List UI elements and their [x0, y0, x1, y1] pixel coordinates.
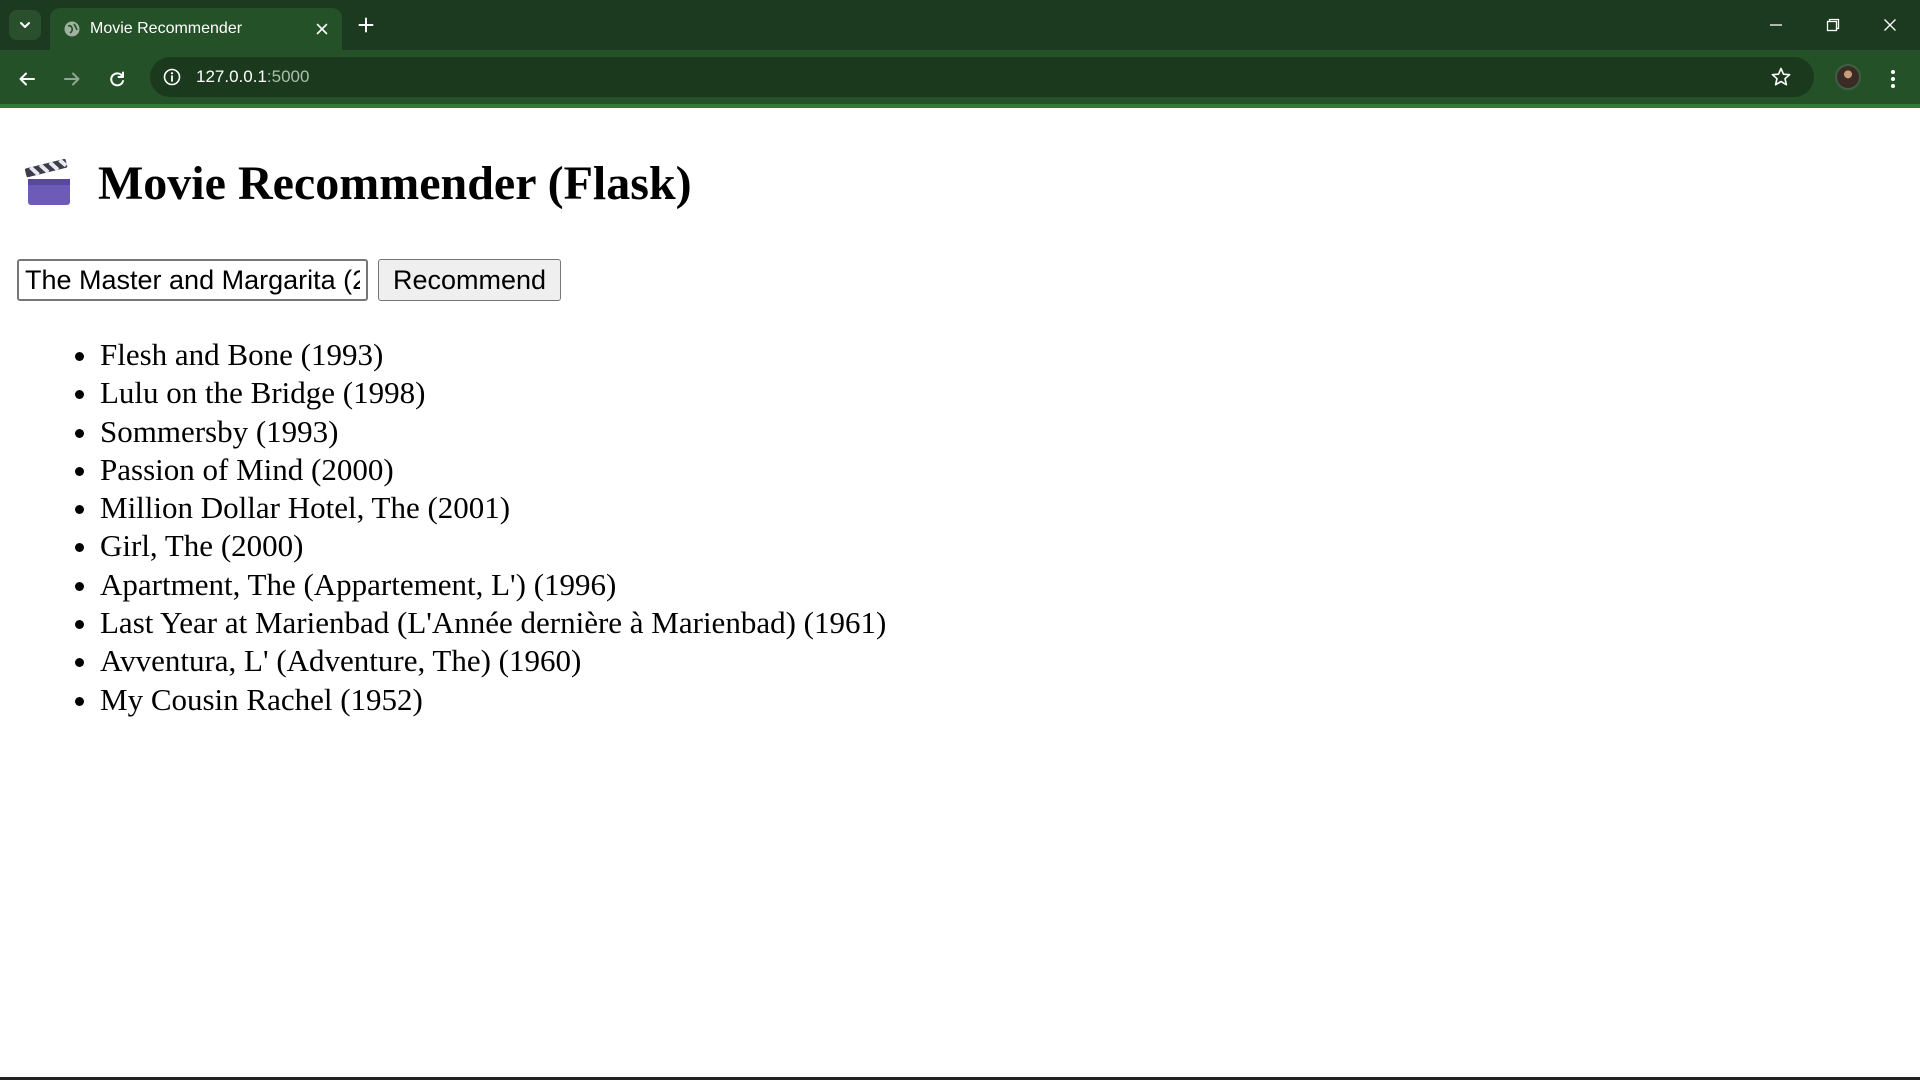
recommendation-list: Flesh and Bone (1993) Lulu on the Bridge… [100, 336, 886, 719]
chevron-down-icon [20, 22, 30, 28]
more-vert-icon [1891, 70, 1895, 88]
list-item: Flesh and Bone (1993) [100, 336, 886, 374]
page-heading: Movie Recommender (Flask) [24, 156, 692, 211]
restore-icon [1826, 18, 1840, 32]
url-text[interactable]: 127.0.0.1:5000 [196, 67, 309, 87]
list-item: Lulu on the Bridge (1998) [100, 374, 886, 412]
arrow-left-icon [19, 72, 35, 86]
tab-strip: Movie Recommender [0, 0, 1920, 50]
arrow-right-icon [64, 72, 80, 86]
tab-title: Movie Recommender [90, 20, 243, 37]
tab-search-button[interactable] [9, 10, 41, 40]
list-item: Million Dollar Hotel, The (2001) [100, 489, 886, 527]
address-bar[interactable]: 127.0.0.1:5000 [150, 57, 1814, 97]
list-item: Sommersby (1993) [100, 413, 886, 451]
browser-toolbar: 127.0.0.1:5000 [0, 50, 1920, 108]
reload-button[interactable] [102, 64, 132, 94]
close-icon [316, 23, 328, 35]
page-title: Movie Recommender (Flask) [98, 157, 692, 210]
recommend-button[interactable]: Recommend [378, 259, 562, 301]
site-info-icon[interactable] [162, 67, 182, 87]
tab-close-button[interactable] [312, 19, 332, 39]
globe-icon [64, 21, 80, 37]
plus-icon [358, 17, 374, 33]
bookmark-star-icon[interactable] [1770, 66, 1792, 88]
page-content: Movie Recommender (Flask) Recommend Fles… [0, 112, 1920, 1078]
list-item: Last Year at Marienbad (L'Année dernière… [100, 604, 886, 642]
restore-button[interactable] [1819, 12, 1847, 38]
profile-avatar[interactable] [1835, 64, 1861, 90]
back-button[interactable] [12, 64, 42, 94]
forward-button[interactable] [57, 64, 87, 94]
new-tab-button[interactable] [355, 14, 377, 36]
list-item: Passion of Mind (2000) [100, 451, 886, 489]
browser-menu-button[interactable] [1880, 64, 1906, 94]
search-form: Recommend [17, 259, 562, 301]
list-item: Avventura, L' (Adventure, The) (1960) [100, 642, 886, 680]
close-icon [1884, 19, 1896, 31]
clapper-board-icon [24, 158, 70, 205]
minimize-icon [1770, 24, 1782, 26]
active-tab[interactable]: Movie Recommender [50, 8, 342, 50]
url-port: :5000 [266, 67, 310, 86]
movie-input[interactable] [17, 259, 368, 301]
url-host: 127.0.0.1 [196, 67, 267, 86]
window-close-button[interactable] [1876, 12, 1904, 38]
minimize-button[interactable] [1762, 12, 1790, 38]
list-item: My Cousin Rachel (1952) [100, 681, 886, 719]
reload-icon [110, 71, 124, 87]
list-item: Apartment, The (Appartement, L') (1996) [100, 566, 886, 604]
list-item: Girl, The (2000) [100, 527, 886, 565]
